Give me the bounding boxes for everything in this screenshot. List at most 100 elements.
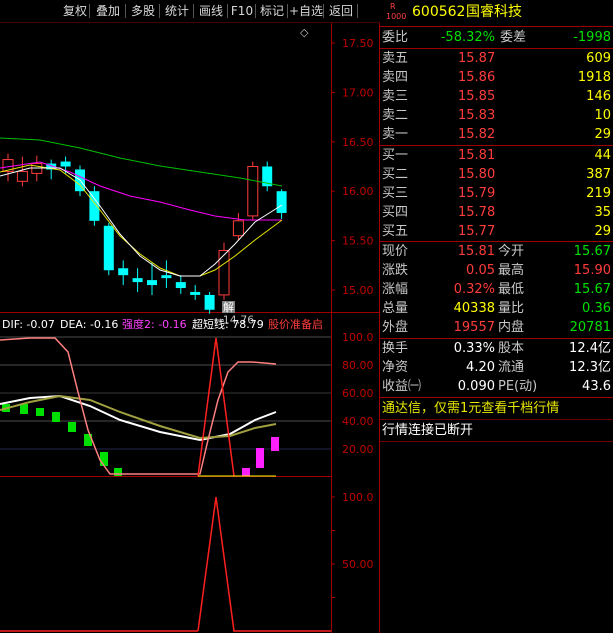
ask-label: 卖一 — [382, 127, 409, 142]
status-row: 行情连接已断开 — [380, 421, 613, 440]
candle-body — [175, 282, 186, 289]
ask-row[interactable]: 卖五 15.87 609 — [380, 49, 613, 68]
toolbar-button-6[interactable]: 标记 — [256, 2, 288, 20]
indicator-tick-label: 60.00 — [342, 387, 374, 400]
ask-price: 15.87 — [458, 51, 496, 66]
stat-value: 4.20 — [466, 360, 495, 375]
stat-label: 涨幅 — [382, 282, 409, 297]
candle-body — [204, 294, 215, 310]
stats2-row: 换手 0.33% 股本 12.4亿 — [380, 339, 613, 358]
stat-label: 收益㈠ — [382, 379, 422, 394]
stat-label: 今开 — [498, 244, 525, 259]
bid-price: 15.77 — [458, 224, 496, 239]
toolbar-button-8[interactable]: 返回 — [324, 2, 358, 20]
stats-row: 现价 15.81 今开 15.67 — [380, 242, 613, 261]
bid-label: 买三 — [382, 186, 409, 201]
stat-value: 0.090 — [457, 379, 495, 394]
stat-label: 涨跌 — [382, 263, 409, 278]
stat-value: 15.67 — [573, 244, 611, 259]
stock-header[interactable]: R 1000 600562 国睿科技 — [380, 1, 613, 25]
stat-label: 量比 — [498, 301, 525, 316]
bid-volume: 35 — [594, 205, 611, 220]
price-tick-label: 16.00 — [342, 185, 374, 198]
indicator-tick-label: 40.00 — [342, 415, 374, 428]
stat-value: 15.81 — [457, 244, 495, 259]
toolbar-separator — [357, 4, 358, 18]
bid-label: 买四 — [382, 205, 409, 220]
ask-label: 卖四 — [382, 70, 409, 85]
chart-area[interactable]: 17.5017.0016.5016.0015.5015.00◇←14.76解 D… — [0, 0, 380, 633]
divider — [380, 441, 613, 442]
indicator-panel[interactable]: DIF: -0.07 DEA: -0.16 强度2: -0.16 超短线: 78.79… — [0, 317, 374, 477]
promo-row[interactable]: 通达信，仅需1元查看千档行情 — [380, 399, 613, 418]
stat-label: 最低 — [498, 282, 525, 297]
weicha-value: -1998 — [573, 30, 611, 45]
ma-line-green — [0, 137, 283, 187]
candle-body — [16, 170, 28, 182]
price-tick-label: 15.00 — [342, 284, 374, 297]
candle-body — [161, 275, 172, 279]
jie-label: 解 — [223, 300, 234, 314]
bid-price: 15.78 — [458, 205, 496, 220]
ask-volume: 29 — [594, 127, 611, 142]
toolbar-button-1[interactable]: 叠加 — [90, 2, 126, 20]
indicator-label: 强度2: -0.16 — [122, 317, 187, 331]
histogram-bar — [36, 408, 44, 416]
ask-row[interactable]: 卖二 15.83 10 — [380, 106, 613, 125]
candle-body — [103, 225, 114, 271]
bid-row[interactable]: 买三 15.79 219 — [380, 184, 613, 203]
bottom-signal-spike — [197, 496, 331, 632]
stock-code: 600562 — [412, 4, 466, 20]
diamond-icon[interactable]: ◇ — [300, 26, 309, 39]
ask-row[interactable]: 卖一 15.82 29 — [380, 125, 613, 144]
candle-body — [276, 191, 287, 213]
histogram-bar — [20, 404, 28, 414]
bid-row[interactable]: 买四 15.78 35 — [380, 203, 613, 222]
histogram-bar — [52, 412, 60, 422]
stat-label: 内盘 — [498, 320, 525, 335]
stats-row: 涨幅 0.32% 最低 15.67 — [380, 280, 613, 299]
divider — [380, 397, 613, 398]
toolbar-button-3[interactable]: 统计 — [160, 2, 194, 20]
ask-volume: 609 — [586, 51, 611, 66]
toolbar-button-5[interactable]: F10 — [228, 2, 256, 20]
bid-price: 15.81 — [458, 148, 496, 163]
ask-row[interactable]: 卖四 15.86 1918 — [380, 68, 613, 87]
bid-row[interactable]: 买一 15.81 44 — [380, 146, 613, 165]
toolbar-button-7[interactable]: +自选 — [288, 2, 324, 20]
stat-value: 19557 — [453, 320, 495, 335]
indicator-label: DEA: -0.16 — [60, 318, 118, 331]
ask-volume: 10 — [594, 108, 611, 123]
toolbar-button-2[interactable]: 多股 — [126, 2, 160, 20]
ask-price: 15.86 — [458, 70, 496, 85]
main-price-panel[interactable]: 17.5017.0016.5016.0015.5015.00◇←14.76解 — [0, 0, 380, 633]
stat-value: 43.6 — [582, 379, 611, 394]
stat-value: 15.67 — [573, 282, 611, 297]
candle-body — [147, 280, 157, 286]
bottom-tick-label: 50.00 — [342, 558, 374, 571]
bottom-indicator-panel[interactable]: 100.0 50.00 — [0, 491, 374, 632]
candle-body — [132, 278, 143, 283]
candle-body — [232, 220, 244, 237]
connection-status: 行情连接已断开 — [382, 423, 474, 438]
stats-row: 外盘 19557 内盘 20781 — [380, 318, 613, 337]
candle-body — [118, 268, 129, 276]
stat-value: 0.36 — [582, 301, 611, 316]
bid-row[interactable]: 买二 15.80 387 — [380, 165, 613, 184]
toolbar-button-4[interactable]: 画线 — [194, 2, 228, 20]
stats-row: 总量 40338 量比 0.36 — [380, 299, 613, 318]
weibi-value: -58.32% — [440, 30, 495, 45]
bid-volume: 219 — [586, 186, 611, 201]
ask-label: 卖五 — [382, 51, 409, 66]
promo-text[interactable]: 通达信，仅需1元查看千档行情 — [382, 399, 559, 418]
stats2-row: 收益㈠ 0.090 PE(动) 43.6 — [380, 377, 613, 396]
indicator-tick-label: 20.00 — [342, 443, 374, 456]
bid-row[interactable]: 买五 15.77 29 — [380, 222, 613, 241]
toolbar-button-0[interactable]: 复权 — [60, 2, 90, 20]
ask-row[interactable]: 卖三 15.85 146 — [380, 87, 613, 106]
stat-value: 12.4亿 — [569, 341, 611, 356]
candle-body — [218, 249, 230, 296]
bid-volume: 29 — [594, 224, 611, 239]
stat-value: 0.05 — [466, 263, 495, 278]
stat-value: 20781 — [569, 320, 611, 335]
